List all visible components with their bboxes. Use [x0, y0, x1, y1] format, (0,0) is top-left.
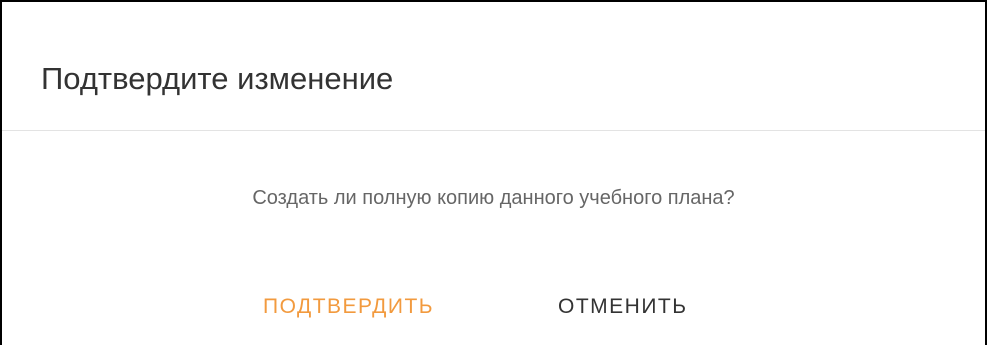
dialog-actions: ПОДТВЕРДИТЬ ОТМЕНИТЬ — [2, 287, 985, 327]
confirm-change-dialog: Подтвердите изменение Создать ли полную … — [0, 0, 987, 345]
cancel-button[interactable]: ОТМЕНИТЬ — [558, 287, 688, 327]
dialog-header: Подтвердите изменение — [2, 2, 985, 131]
dialog-message: Создать ли полную копию данного учебного… — [252, 187, 735, 209]
confirm-button[interactable]: ПОДТВЕРДИТЬ — [263, 287, 434, 327]
dialog-title: Подтвердите изменение — [41, 61, 394, 96]
